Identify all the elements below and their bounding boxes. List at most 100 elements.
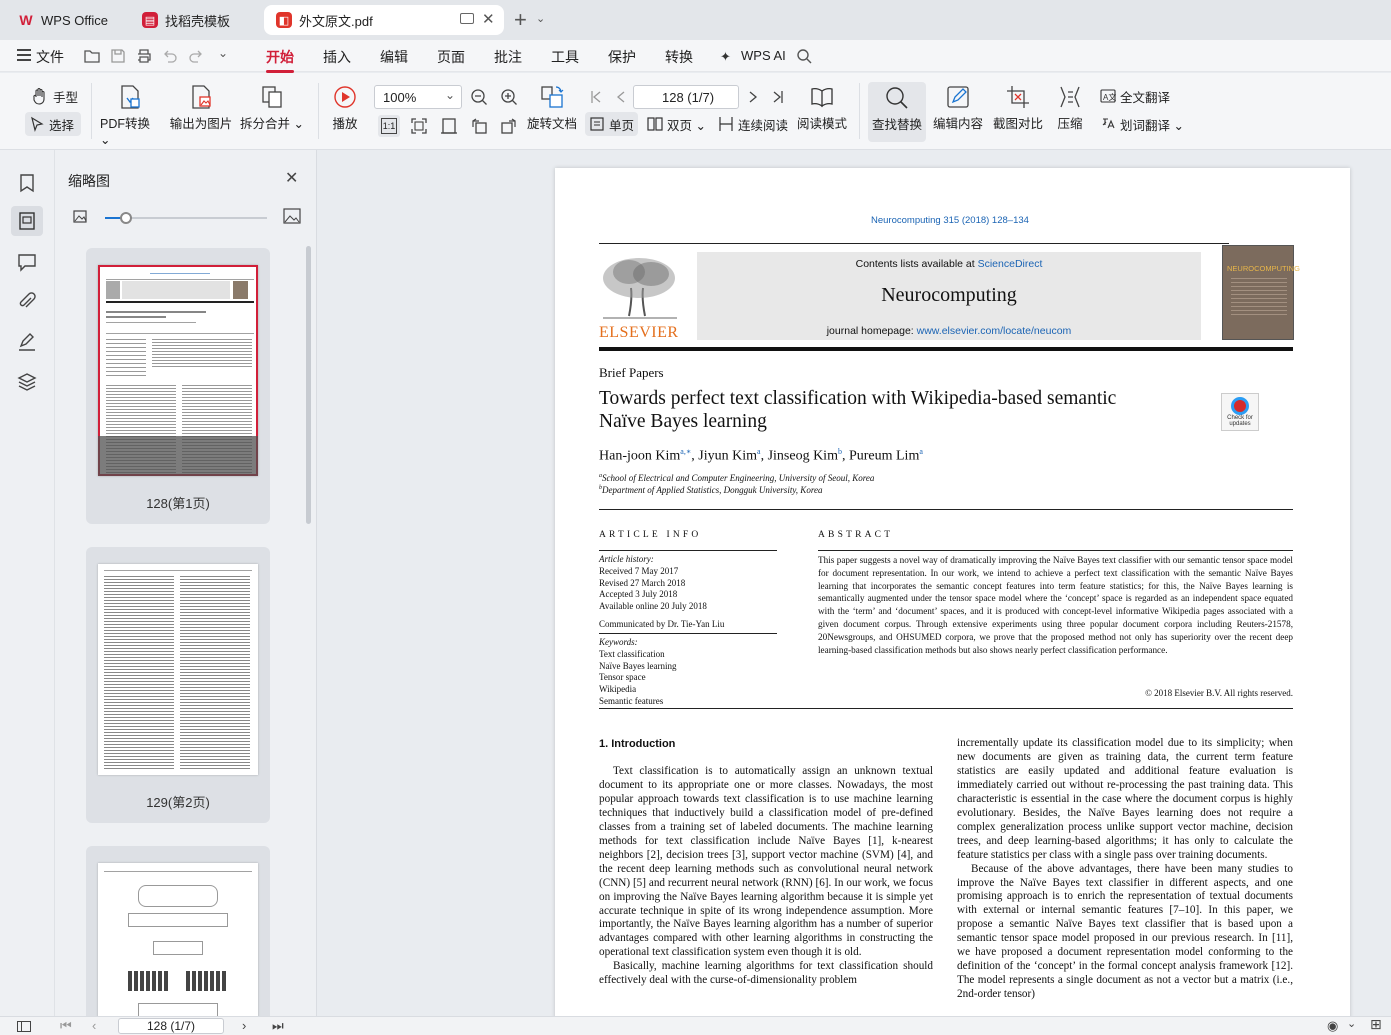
sidebar-toggle-icon[interactable] <box>17 1021 31 1032</box>
compress-button[interactable]: 压缩 <box>1052 84 1088 132</box>
export-image-button[interactable]: 输出为图片 <box>168 84 234 132</box>
thumb-size-slider[interactable] <box>105 212 267 224</box>
cursor-icon <box>31 116 44 132</box>
menu-edit[interactable]: 编辑 <box>380 47 408 67</box>
last-page-icon[interactable]: ⏭ <box>272 1018 284 1034</box>
find-replace-label: 查找替换 <box>871 118 922 132</box>
next-page-icon[interactable] <box>746 89 760 105</box>
first-page-icon[interactable] <box>589 89 603 105</box>
zoom-out-icon[interactable] <box>470 88 488 106</box>
history-accepted: Accepted 3 July 2018 <box>599 589 678 599</box>
zoom-in-icon[interactable] <box>500 88 518 106</box>
thumbnail-page-2[interactable]: 129(第2页) <box>86 547 270 823</box>
signature-icon[interactable] <box>16 331 38 353</box>
author-sup[interactable]: a,∗ <box>680 447 691 456</box>
last-page-icon[interactable] <box>771 89 785 105</box>
print-icon[interactable] <box>136 48 152 64</box>
search-icon[interactable] <box>796 48 812 64</box>
bookmark-icon[interactable] <box>16 172 38 194</box>
hand-icon <box>33 87 45 105</box>
actual-size-button[interactable]: 1:1 <box>378 115 400 137</box>
file-menu[interactable]: 文件 <box>36 47 64 67</box>
play-button[interactable]: 播放 <box>326 84 364 132</box>
layout-icon[interactable]: ⊞ <box>1370 1016 1382 1033</box>
comment-icon[interactable] <box>16 251 38 273</box>
reading-mode-button[interactable]: 阅读模式 <box>796 84 848 132</box>
slider-handle[interactable] <box>120 212 132 224</box>
thumbnail-page-1[interactable]: 128(第1页) <box>86 248 270 524</box>
edit-content-button[interactable]: 编辑内容 <box>930 84 986 132</box>
journal-homepage-link[interactable]: www.elsevier.com/locate/neucom <box>917 325 1072 337</box>
redo-icon[interactable] <box>188 48 204 64</box>
next-page-icon[interactable]: › <box>242 1018 246 1033</box>
continuous-reading-button[interactable]: 连续阅读 <box>714 112 792 136</box>
pdf-convert-button[interactable]: PDF转换 ⌄ <box>100 84 160 147</box>
large-thumb-icon[interactable] <box>283 208 301 224</box>
docer-icon: ▤ <box>142 12 158 28</box>
menu-convert[interactable]: 转换 <box>665 47 693 67</box>
split-merge-button[interactable]: 拆分合并 ⌄ <box>240 84 304 132</box>
undo-icon[interactable] <box>162 48 178 64</box>
thumbnail-rail-button[interactable] <box>11 206 43 236</box>
menu-wps-ai[interactable]: WPS AI <box>741 48 786 63</box>
journal-header-box: Contents lists available at ScienceDirec… <box>697 252 1201 340</box>
prev-page-icon[interactable] <box>614 89 628 105</box>
author-sup[interactable]: a <box>757 447 761 456</box>
full-translate-button[interactable]: A文 全文翻译 <box>1096 84 1174 108</box>
sciencedirect-link[interactable]: ScienceDirect <box>978 258 1043 270</box>
journal-reference[interactable]: Neurocomputing 315 (2018) 128–134 <box>871 215 1029 226</box>
quick-access-more-icon[interactable]: ⌄ <box>218 46 228 60</box>
intro-column-left: Text classification is to automatically … <box>599 765 933 988</box>
author-sup[interactable]: b <box>838 447 842 456</box>
screenshot-compare-button[interactable]: 截图对比 <box>990 84 1046 132</box>
tab-wps-office[interactable]: W WPS Office <box>6 5 124 35</box>
chevron-down-icon[interactable]: ⌄ <box>1347 1017 1356 1030</box>
attachment-icon[interactable] <box>16 291 38 313</box>
menu-page[interactable]: 页面 <box>437 47 465 67</box>
word-translate-button[interactable]: 划词翻译 ⌄ <box>1096 112 1188 136</box>
eye-icon[interactable]: ◉ <box>1327 1018 1338 1034</box>
tab-pdf-document[interactable]: ◧ 外文原文.pdf ✕ <box>264 5 504 35</box>
select-tool-button[interactable]: 选择 <box>25 112 81 136</box>
double-page-button[interactable]: 双页 ⌄ <box>643 112 710 136</box>
layers-icon[interactable] <box>16 371 38 393</box>
close-panel-icon[interactable]: ✕ <box>285 168 298 188</box>
menu-annotate[interactable]: 批注 <box>494 47 522 67</box>
rotate-document-button[interactable]: 旋转文档 <box>524 84 580 132</box>
menu-insert[interactable]: 插入 <box>323 47 351 67</box>
single-page-button[interactable]: 单页 <box>585 112 639 136</box>
zoom-select[interactable]: 100% ⌄ <box>374 85 462 109</box>
save-icon[interactable] <box>110 48 126 64</box>
author-name: Jiyun Kim <box>698 448 757 464</box>
rotate-right-icon[interactable] <box>500 117 518 135</box>
check-updates-badge[interactable]: Check for updates <box>1221 393 1259 431</box>
translate-icon: A文 <box>1100 89 1116 103</box>
find-replace-button[interactable]: 查找替换 <box>868 82 926 142</box>
menu-tools[interactable]: 工具 <box>551 47 579 67</box>
fit-page-icon[interactable] <box>410 117 428 135</box>
new-tab-icon[interactable]: + <box>514 7 527 33</box>
chevron-down-icon[interactable]: ⌄ <box>536 12 545 25</box>
paper-title-line2: Naïve Bayes learning <box>599 411 767 432</box>
fit-width-icon[interactable] <box>440 117 458 135</box>
export-image-icon <box>192 85 211 109</box>
hamburger-icon[interactable] <box>17 49 31 61</box>
menu-home[interactable]: 开始 <box>266 47 294 73</box>
close-tab-icon[interactable]: ✕ <box>482 10 495 28</box>
hand-tool-button[interactable]: 手型 <box>27 84 82 108</box>
author-sup[interactable]: a <box>919 447 923 456</box>
thumbnail-scrollbar[interactable] <box>306 246 311 524</box>
open-folder-icon[interactable] <box>84 48 100 64</box>
tab-template[interactable]: ▤ 找稻壳模板 <box>130 5 258 35</box>
rotate-left-icon[interactable] <box>470 117 488 135</box>
prev-page-icon[interactable]: ‹ <box>92 1018 96 1033</box>
thumbnail-page-3[interactable] <box>86 846 270 1016</box>
menu-protect[interactable]: 保护 <box>608 47 636 67</box>
first-page-icon[interactable]: ⏮ <box>60 1018 72 1034</box>
find-icon <box>886 87 908 109</box>
history-revised: Revised 27 March 2018 <box>599 578 686 588</box>
window-icon[interactable] <box>460 13 474 24</box>
small-thumb-icon[interactable] <box>73 210 87 223</box>
page-number-input[interactable]: 128 (1/7) <box>633 85 739 109</box>
status-page-input[interactable]: 128 (1/7) <box>118 1018 224 1034</box>
